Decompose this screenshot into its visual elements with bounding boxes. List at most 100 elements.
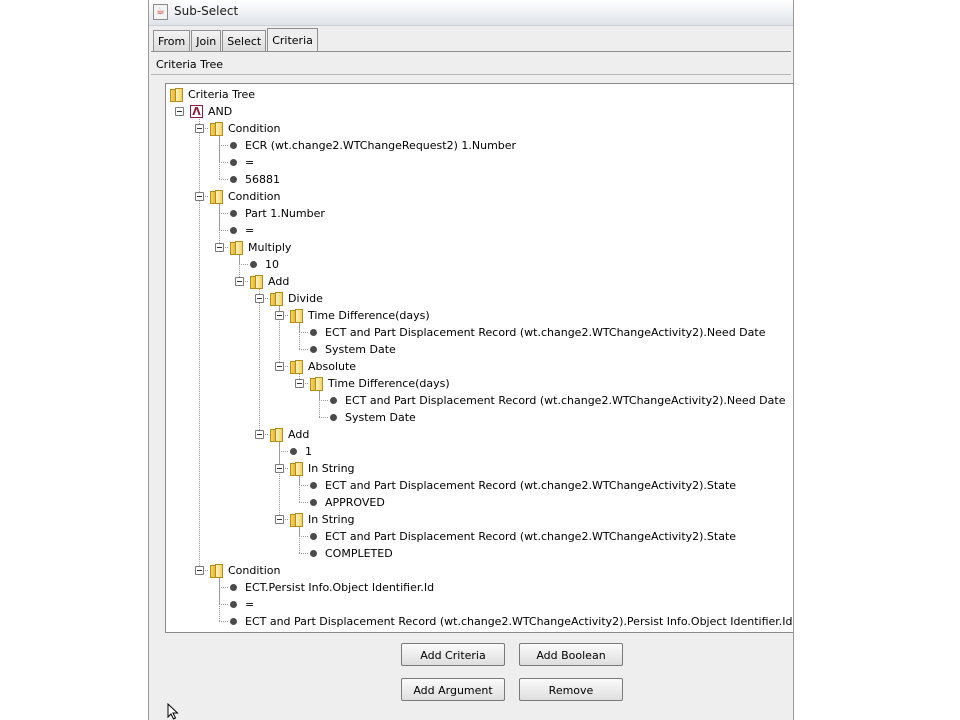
tree-node[interactable]: System Date	[310, 341, 396, 358]
tree-node[interactable]: Add	[270, 426, 309, 443]
tab-select[interactable]: Select	[222, 30, 267, 51]
tree-connector	[199, 116, 200, 570]
tree-node[interactable]: ECT and Part Displacement Record (wt.cha…	[230, 613, 793, 630]
tree-connector	[219, 201, 220, 247]
folder-icon	[250, 274, 263, 289]
leaf-bullet-icon	[230, 176, 237, 183]
folder-icon	[210, 121, 223, 136]
tree-connector	[239, 264, 248, 265]
tree-node-label: =	[245, 598, 255, 611]
tree-node[interactable]: Multiply	[230, 239, 291, 256]
tree-node-label: ECR (wt.change2.WTChangeRequest2) 1.Numb…	[245, 139, 517, 152]
tree-connector	[299, 485, 308, 486]
tree-node[interactable]: 56881	[230, 171, 280, 188]
tree-node[interactable]: ECT and Part Displacement Record (wt.cha…	[310, 477, 736, 494]
collapse-toggle-icon[interactable]	[195, 566, 204, 575]
tree-node[interactable]: COMPLETED	[310, 545, 393, 562]
tree-node[interactable]: Part 1.Number	[230, 205, 325, 222]
tree-connector	[299, 473, 300, 502]
tree-connector	[219, 604, 228, 605]
tree-node[interactable]: System Date	[330, 409, 416, 426]
tree-node-label: ECT and Part Displacement Record (wt.cha…	[325, 326, 766, 339]
collapse-toggle-icon[interactable]	[275, 515, 284, 524]
tree-connector	[299, 349, 308, 350]
tree-node[interactable]: Add	[250, 273, 289, 290]
tree-node-label: AND	[208, 105, 233, 118]
collapse-toggle-icon[interactable]	[215, 243, 224, 252]
add-boolean-button[interactable]: Add Boolean	[519, 643, 623, 666]
tree-node[interactable]: Divide	[270, 290, 323, 307]
tree-node-label: 56881	[245, 173, 280, 186]
folder-icon	[170, 87, 183, 102]
tree-node[interactable]: Criteria Tree	[170, 86, 255, 103]
leaf-bullet-icon	[310, 550, 317, 557]
tree-node[interactable]: Condition	[210, 562, 281, 579]
title-bar[interactable]: ☕ Sub-Select	[149, 0, 793, 26]
criteria-tree[interactable]: Criteria Tree Λ AND Condition ECR (wt.change…	[165, 83, 793, 633]
tree-node[interactable]: =	[230, 596, 254, 613]
tree-node[interactable]: APPROVED	[310, 494, 385, 511]
tree-node[interactable]: Time Difference(days)	[290, 307, 430, 324]
collapse-toggle-icon[interactable]	[295, 379, 304, 388]
folder-icon	[270, 291, 283, 306]
tree-node[interactable]: ECT and Part Displacement Record (wt.cha…	[310, 528, 736, 545]
tree-node-label: Part 1.Number	[245, 207, 325, 220]
folder-icon	[290, 512, 303, 527]
collapse-toggle-icon[interactable]	[255, 430, 264, 439]
tree-node-label: =	[245, 156, 255, 169]
java-cup-icon: ☕	[153, 4, 168, 20]
tree-node[interactable]: Condition	[210, 188, 281, 205]
tab-join[interactable]: Join	[191, 30, 222, 51]
tree-node-label: Absolute	[308, 360, 357, 373]
tree-node-label: In String	[308, 513, 355, 526]
mouse-pointer-icon	[167, 703, 179, 720]
collapse-toggle-icon[interactable]	[195, 192, 204, 201]
tree-node-label: Add	[268, 275, 290, 288]
tree-node[interactable]: Absolute	[290, 358, 356, 375]
collapse-toggle-icon[interactable]	[235, 277, 244, 286]
collapse-toggle-icon[interactable]	[275, 311, 284, 320]
tree-node[interactable]: Λ AND	[190, 103, 232, 120]
tree-node-label: System Date	[345, 411, 416, 424]
tree-node-label: System Date	[325, 343, 396, 356]
collapse-toggle-icon[interactable]	[255, 294, 264, 303]
tree-connector	[299, 332, 308, 333]
folder-icon	[290, 461, 303, 476]
tree-node[interactable]: 10	[250, 256, 279, 273]
tree-node[interactable]: Condition	[210, 120, 281, 137]
tree-connector	[299, 536, 308, 537]
tree-node[interactable]: In String	[290, 511, 355, 528]
tree-node[interactable]: ECT and Part Displacement Record (wt.cha…	[310, 324, 765, 341]
tab-from[interactable]: From	[153, 30, 191, 51]
tree-node-label: ECT and Part Displacement Record (wt.cha…	[325, 479, 737, 492]
add-criteria-button[interactable]: Add Criteria	[401, 643, 505, 666]
tree-node[interactable]: =	[230, 222, 254, 239]
collapse-toggle-icon[interactable]	[275, 362, 284, 371]
tree-connector	[219, 162, 228, 163]
tree-node[interactable]: =	[230, 154, 254, 171]
remove-button[interactable]: Remove	[519, 678, 623, 701]
tree-connector	[259, 286, 260, 434]
leaf-bullet-icon	[310, 346, 317, 353]
tab-criteria[interactable]: Criteria	[267, 28, 318, 51]
criteria-panel: Criteria Tree Criteria Tree Λ AND Condition…	[151, 51, 793, 720]
collapse-toggle-icon[interactable]	[195, 124, 204, 133]
tree-node[interactable]: ECT.Persist Info.Object Identifier.Id	[230, 579, 434, 596]
and-operator-icon: Λ	[190, 105, 203, 118]
collapse-toggle-icon[interactable]	[275, 464, 284, 473]
folder-icon	[210, 563, 223, 578]
tree-connector	[299, 524, 300, 553]
tree-connector	[299, 502, 308, 503]
tab-bar: From Join Select Criteria	[153, 28, 319, 51]
tree-node[interactable]: ECR (wt.change2.WTChangeRequest2) 1.Numb…	[230, 137, 516, 154]
tree-node-label: Time Difference(days)	[328, 377, 450, 390]
tree-node[interactable]: In String	[290, 460, 355, 477]
panel-title: Criteria Tree	[156, 58, 224, 71]
collapse-toggle-icon[interactable]	[175, 107, 184, 116]
tree-node[interactable]: Time Difference(days)	[310, 375, 450, 392]
sub-select-window: ☕ Sub-Select From Join Select Criteria C…	[148, 0, 794, 720]
tree-node[interactable]: ECT and Part Displacement Record (wt.cha…	[330, 392, 785, 409]
add-argument-button[interactable]: Add Argument	[401, 678, 505, 701]
leaf-bullet-icon	[330, 414, 337, 421]
tree-node[interactable]: 1	[290, 443, 312, 460]
